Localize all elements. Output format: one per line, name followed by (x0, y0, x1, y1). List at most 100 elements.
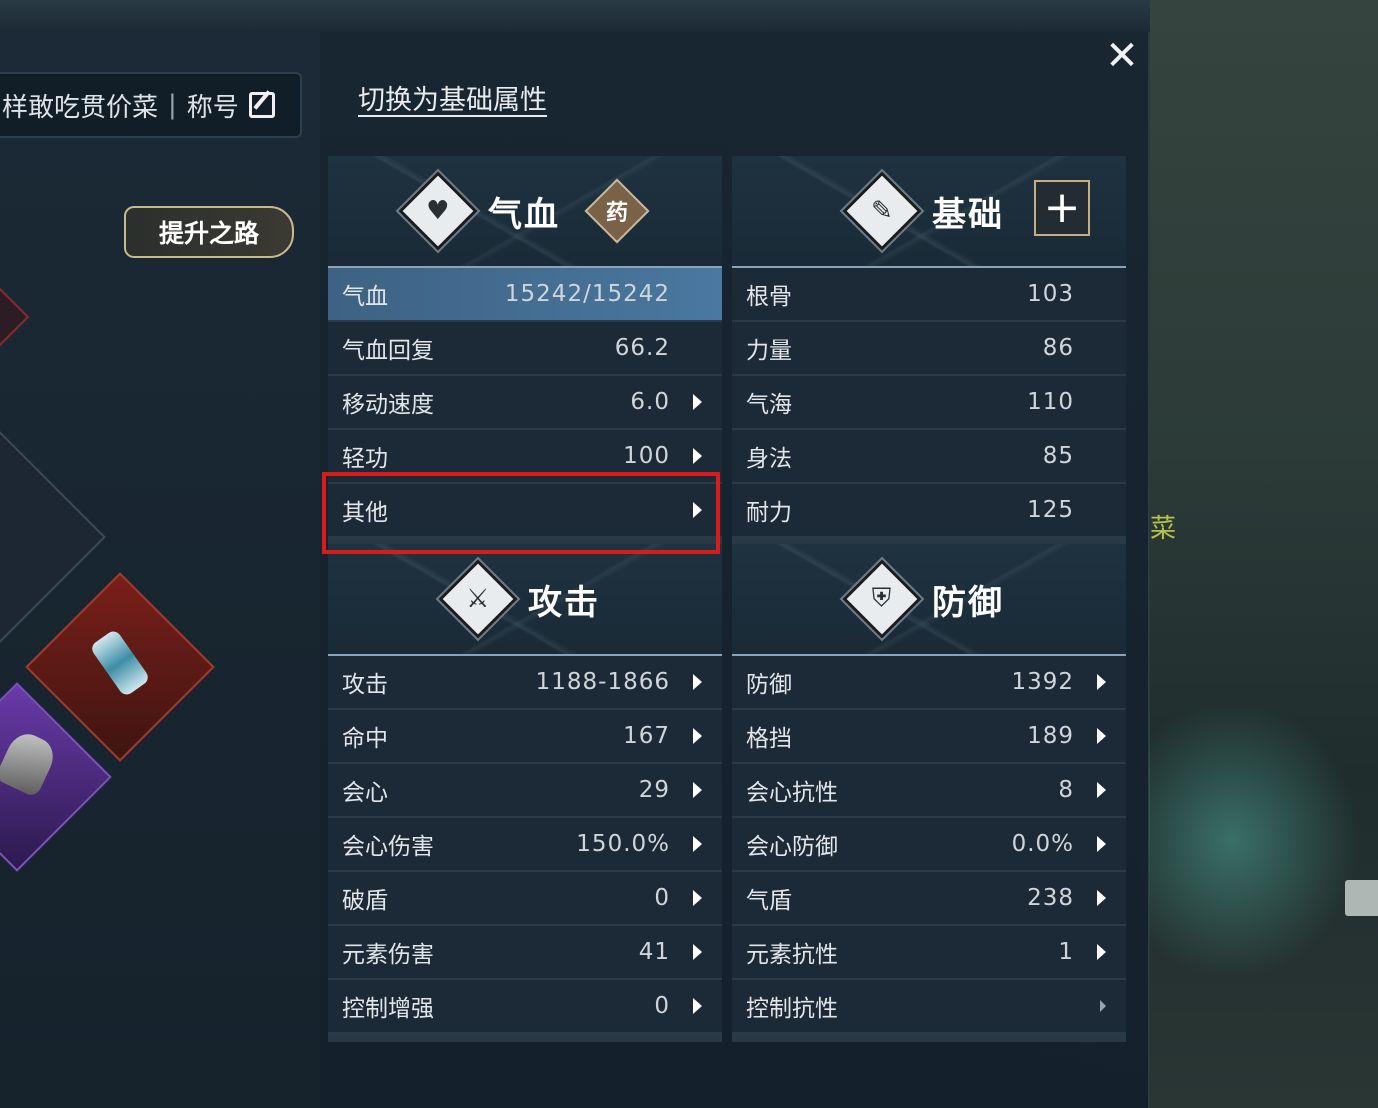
background-glow (1140, 690, 1370, 990)
stat-row-critical-damage[interactable]: 会心伤害 150.0% (328, 818, 722, 872)
stat-value: 6.0 (630, 389, 670, 415)
stat-value: 150.0% (576, 831, 670, 857)
stat-label: 元素伤害 (342, 942, 434, 968)
stat-label: 元素抗性 (746, 942, 838, 968)
stat-row-hp-regen[interactable]: 气血回复 66.2 (328, 322, 722, 376)
expand-arrow-icon[interactable] (693, 502, 702, 518)
expand-arrow-icon[interactable] (693, 890, 702, 906)
stat-value: 1188-1866 (535, 669, 670, 695)
edit-icon[interactable] (248, 92, 275, 118)
stat-row-constitution[interactable]: 根骨 103 (732, 268, 1126, 322)
expand-arrow-icon[interactable] (1097, 944, 1106, 960)
stat-value: 1392 (1011, 669, 1074, 695)
stat-value: 167 (623, 723, 670, 749)
stat-row-elemental-damage[interactable]: 元素伤害 41 (328, 926, 722, 980)
stat-value: 100 (623, 443, 670, 469)
stat-label: 格挡 (746, 726, 792, 752)
expand-arrow-icon[interactable] (693, 998, 702, 1014)
stat-row-lightness[interactable]: 轻功 100 (328, 430, 722, 484)
stat-row-hp[interactable]: 气血 15242/15242 (328, 268, 722, 322)
add-attribute-button[interactable]: + (1034, 180, 1090, 236)
expand-arrow-icon[interactable] (1097, 728, 1106, 744)
heart-icon: ♥ (398, 171, 478, 251)
defense-section: ⛨ 防御 防御 1392 格挡 189 会心抗性 8 会心防御 0.0% 气盾 … (732, 544, 1126, 1042)
stat-label: 会心防御 (746, 834, 838, 860)
stat-row-qi-shield[interactable]: 气盾 238 (732, 872, 1126, 926)
expand-arrow-icon[interactable] (693, 674, 702, 690)
attack-section-header: ⚔ 攻击 (328, 544, 722, 656)
expand-arrow-icon[interactable] (693, 782, 702, 798)
section-footer (328, 1034, 722, 1042)
medicine-button[interactable]: 药 (584, 178, 650, 244)
stat-label: 气海 (746, 392, 792, 418)
stat-value: 15242/15242 (504, 281, 670, 307)
stat-row-other[interactable]: 其他 (328, 484, 722, 538)
stat-label: 身法 (746, 446, 792, 472)
basic-section-title: 基础 (932, 194, 1004, 235)
stat-value: 86 (1042, 335, 1074, 361)
stat-label: 其他 (342, 500, 388, 526)
expand-arrow-icon[interactable] (1100, 1000, 1106, 1012)
hp-section-header: ♥ 气血 药 (328, 156, 722, 268)
expand-arrow-icon[interactable] (693, 448, 702, 464)
close-button[interactable]: ✕ (1102, 36, 1142, 76)
name-separator: | (168, 90, 177, 120)
stat-label: 气盾 (746, 888, 792, 914)
stat-value: 8 (1058, 777, 1074, 803)
stat-row-defense[interactable]: 防御 1392 (732, 656, 1126, 710)
crossed-swords-icon: ⚔ (438, 559, 518, 639)
stat-row-critical-resist[interactable]: 会心抗性 8 (732, 764, 1126, 818)
title-label[interactable]: 称号 (187, 87, 239, 124)
stat-row-control-boost[interactable]: 控制增强 0 (328, 980, 722, 1034)
stat-value: 85 (1042, 443, 1074, 469)
stat-value: 1 (1058, 939, 1074, 965)
stat-row-control-resist[interactable]: 控制抗性 (732, 980, 1126, 1034)
stat-row-qi-sea[interactable]: 气海 110 (732, 376, 1126, 430)
stat-row-critical-defense[interactable]: 会心防御 0.0% (732, 818, 1126, 872)
expand-arrow-icon[interactable] (693, 394, 702, 410)
stat-value: 189 (1027, 723, 1074, 749)
stat-row-accuracy[interactable]: 命中 167 (328, 710, 722, 764)
background-ledge (1345, 880, 1378, 916)
expand-arrow-icon[interactable] (1097, 782, 1106, 798)
stat-label: 控制增强 (342, 996, 434, 1022)
stat-row-move-speed[interactable]: 移动速度 6.0 (328, 376, 722, 430)
stat-row-shield-break[interactable]: 破盾 0 (328, 872, 722, 926)
stat-row-block[interactable]: 格挡 189 (732, 710, 1126, 764)
expand-arrow-icon[interactable] (1097, 836, 1106, 852)
brush-icon: ✎ (842, 171, 922, 251)
switch-basic-attributes-link[interactable]: 切换为基础属性 (358, 78, 547, 117)
stat-label: 会心 (342, 780, 388, 806)
expand-arrow-icon[interactable] (1097, 890, 1106, 906)
shield-icon: ⛨ (842, 559, 922, 639)
stat-label: 耐力 (746, 500, 792, 526)
stat-value: 41 (638, 939, 670, 965)
stat-row-strength[interactable]: 力量 86 (732, 322, 1126, 376)
stat-label: 破盾 (342, 888, 388, 914)
basic-section-header: ✎ 基础 + (732, 156, 1126, 268)
attack-section-title: 攻击 (528, 582, 600, 623)
stat-row-elemental-resist[interactable]: 元素抗性 1 (732, 926, 1126, 980)
stat-value: 110 (1027, 389, 1074, 415)
stat-value: 0 (654, 993, 670, 1019)
stat-label: 控制抗性 (746, 996, 838, 1022)
player-name: 样敢吃贯价菜 (2, 92, 159, 123)
stat-row-critical[interactable]: 会心 29 (328, 764, 722, 818)
promote-path-button[interactable]: 提升之路 (124, 206, 294, 258)
stat-value: 0.0% (1011, 831, 1074, 857)
expand-arrow-icon[interactable] (1097, 674, 1106, 690)
stat-label: 命中 (342, 726, 388, 752)
side-character-text: 菜 (1150, 514, 1177, 544)
expand-arrow-icon[interactable] (693, 836, 702, 852)
stat-label: 会心伤害 (342, 834, 434, 860)
expand-arrow-icon[interactable] (693, 728, 702, 744)
expand-arrow-icon[interactable] (693, 944, 702, 960)
hp-section-title: 气血 (488, 194, 560, 235)
stat-value: 125 (1027, 497, 1074, 523)
stat-value: 66.2 (614, 335, 670, 361)
stat-row-endurance[interactable]: 耐力 125 (732, 484, 1126, 538)
stat-row-agility[interactable]: 身法 85 (732, 430, 1126, 484)
stat-row-attack[interactable]: 攻击 1188-1866 (328, 656, 722, 710)
stat-label: 气血回复 (342, 338, 434, 364)
stat-label: 轻功 (342, 446, 388, 472)
